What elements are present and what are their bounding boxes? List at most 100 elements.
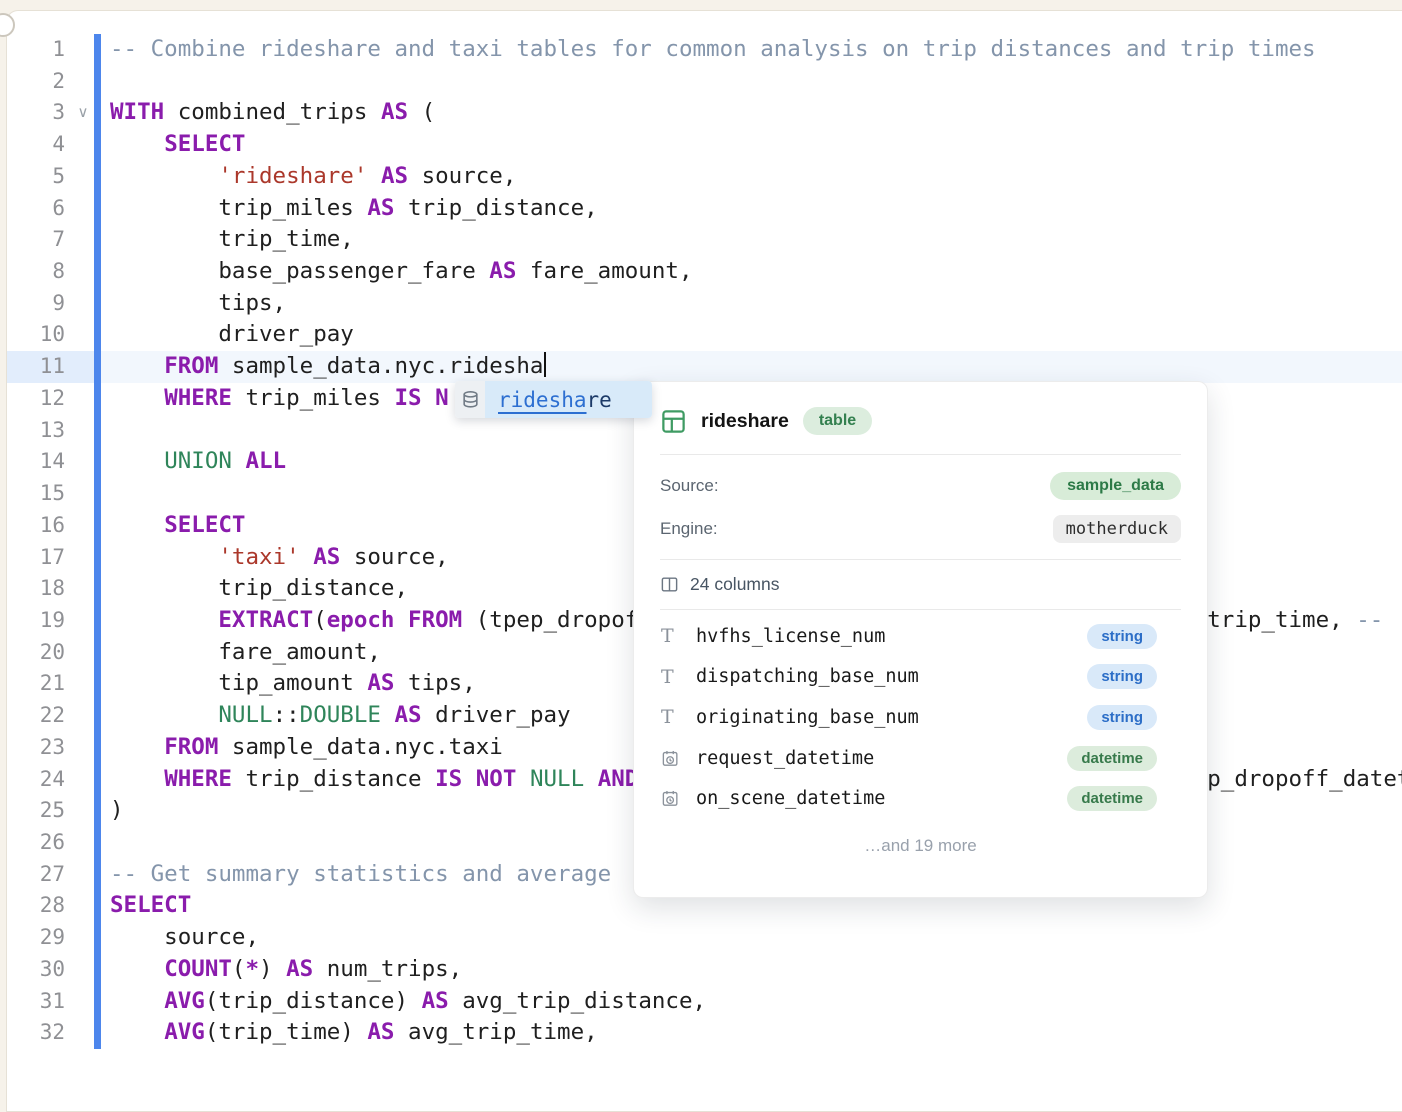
code-line[interactable]: 8 base_passenger_fare AS fare_amount, (7, 256, 1402, 288)
code-text: FROM sample_data.nyc.ridesha (110, 351, 1402, 383)
code-line[interactable]: 9 tips, (7, 288, 1402, 320)
code-line[interactable]: 1 -- Combine rideshare and taxi tables fo… (7, 34, 1402, 66)
code-line[interactable]: 32 AVG(trip_time) AS avg_trip_time, (7, 1017, 1402, 1049)
column-row: on_scene_datetimedatetime (634, 778, 1207, 819)
line-number[interactable]: 10 (7, 319, 65, 351)
change-indicator-bar (94, 890, 101, 922)
line-number[interactable]: 4 (7, 129, 65, 161)
line-number[interactable]: 11 (7, 351, 65, 383)
line-number[interactable]: 23 (7, 732, 65, 764)
line-number[interactable]: 31 (7, 986, 65, 1018)
line-number[interactable]: 2 (7, 66, 65, 98)
line-number[interactable]: 25 (7, 795, 65, 827)
change-indicator-bar (94, 319, 101, 351)
line-number[interactable]: 7 (7, 224, 65, 256)
change-indicator-bar (94, 542, 101, 574)
database-icon (455, 381, 485, 418)
line-number[interactable]: 5 (7, 161, 65, 193)
line-number[interactable]: 32 (7, 1017, 65, 1049)
code-line[interactable]: 7 trip_time, (7, 224, 1402, 256)
code-text: 'rideshare' AS source, (110, 161, 1402, 193)
code-line[interactable]: 2 (7, 66, 1402, 98)
change-indicator-bar (94, 66, 101, 98)
change-indicator-bar (94, 764, 101, 796)
column-name: dispatching_base_num (696, 666, 919, 687)
code-text: WITH combined_trips AS ( (110, 97, 1402, 129)
column-name: hvfhs_license_num (696, 626, 885, 647)
change-indicator-bar (94, 573, 101, 605)
text-type-icon: T (661, 706, 687, 728)
table-icon (660, 408, 687, 435)
code-line[interactable]: 30 COUNT(*) AS num_trips, (7, 954, 1402, 986)
info-row: Source:sample_data (634, 464, 1207, 507)
table-type-badge: table (803, 407, 872, 435)
line-number[interactable]: 28 (7, 890, 65, 922)
line-number[interactable]: 17 (7, 542, 65, 574)
code-line[interactable]: 4 SELECT (7, 129, 1402, 161)
autocomplete-suggestion-text: rideshare (485, 381, 652, 418)
line-number[interactable]: 15 (7, 478, 65, 510)
code-line[interactable]: 5 'rideshare' AS source, (7, 161, 1402, 193)
info-label: Engine: (660, 519, 718, 539)
line-number[interactable]: 16 (7, 510, 65, 542)
change-indicator-bar (94, 97, 101, 129)
column-type-badge: string (1087, 705, 1157, 730)
line-number[interactable]: 21 (7, 668, 65, 700)
column-type-badge: string (1087, 624, 1157, 649)
code-text: trip_time, (110, 224, 1402, 256)
autocomplete-rest-text: re (587, 388, 612, 412)
line-number[interactable]: 3 (7, 97, 65, 129)
code-line[interactable]: 6 trip_miles AS trip_distance, (7, 193, 1402, 225)
code-line[interactable]: 31 AVG(trip_distance) AS avg_trip_distan… (7, 986, 1402, 1018)
change-indicator-bar (94, 637, 101, 669)
line-number[interactable]: 24 (7, 764, 65, 796)
line-number[interactable]: 9 (7, 288, 65, 320)
line-number[interactable]: 26 (7, 827, 65, 859)
code-text: driver_pay (110, 319, 1402, 351)
text-type-icon: T (661, 625, 687, 647)
line-number[interactable]: 20 (7, 637, 65, 669)
line-number[interactable]: 30 (7, 954, 65, 986)
line-number[interactable]: 27 (7, 859, 65, 891)
change-indicator-bar (94, 256, 101, 288)
columns-icon (660, 575, 679, 594)
line-number[interactable]: 13 (7, 415, 65, 447)
text-caret (544, 352, 546, 377)
code-line[interactable]: 3∨ WITH combined_trips AS ( (7, 97, 1402, 129)
line-number[interactable]: 18 (7, 573, 65, 605)
line-number[interactable]: 22 (7, 700, 65, 732)
code-line[interactable]: 29 source, (7, 922, 1402, 954)
change-indicator-bar (94, 700, 101, 732)
line-number[interactable]: 6 (7, 193, 65, 225)
more-columns-text: …and 19 more (634, 819, 1207, 882)
table-name: rideshare (701, 410, 789, 433)
change-indicator-bar (94, 415, 101, 447)
column-type-badge: datetime (1067, 746, 1157, 771)
change-indicator-bar (94, 510, 101, 542)
code-line[interactable]: 11 FROM sample_data.nyc.ridesha (7, 351, 1402, 383)
fold-chevron-icon[interactable]: ∨ (73, 97, 93, 129)
change-indicator-bar (94, 224, 101, 256)
code-text: tips, (110, 288, 1402, 320)
line-number[interactable]: 19 (7, 605, 65, 637)
change-indicator-bar (94, 34, 101, 66)
info-value-badge: sample_data (1050, 472, 1181, 500)
change-indicator-bar (94, 986, 101, 1018)
change-indicator-bar (94, 922, 101, 954)
column-name: originating_base_num (696, 707, 919, 728)
line-number[interactable]: 14 (7, 446, 65, 478)
line-number[interactable]: 29 (7, 922, 65, 954)
code-text: source, (110, 922, 1402, 954)
info-rows: Source:sample_dataEngine:motherduck (634, 455, 1207, 559)
change-indicator-bar (94, 668, 101, 700)
code-text: SELECT (110, 129, 1402, 161)
line-number[interactable]: 8 (7, 256, 65, 288)
code-text: -- Combine rideshare and taxi tables for… (110, 34, 1402, 66)
line-number[interactable]: 12 (7, 383, 65, 415)
change-indicator-bar (94, 1017, 101, 1049)
text-type-icon: T (661, 666, 687, 688)
line-number[interactable]: 1 (7, 34, 65, 66)
autocomplete-item[interactable]: rideshare (455, 381, 652, 418)
code-line[interactable]: 10 driver_pay (7, 319, 1402, 351)
column-row: Toriginating_base_num string (634, 697, 1207, 738)
